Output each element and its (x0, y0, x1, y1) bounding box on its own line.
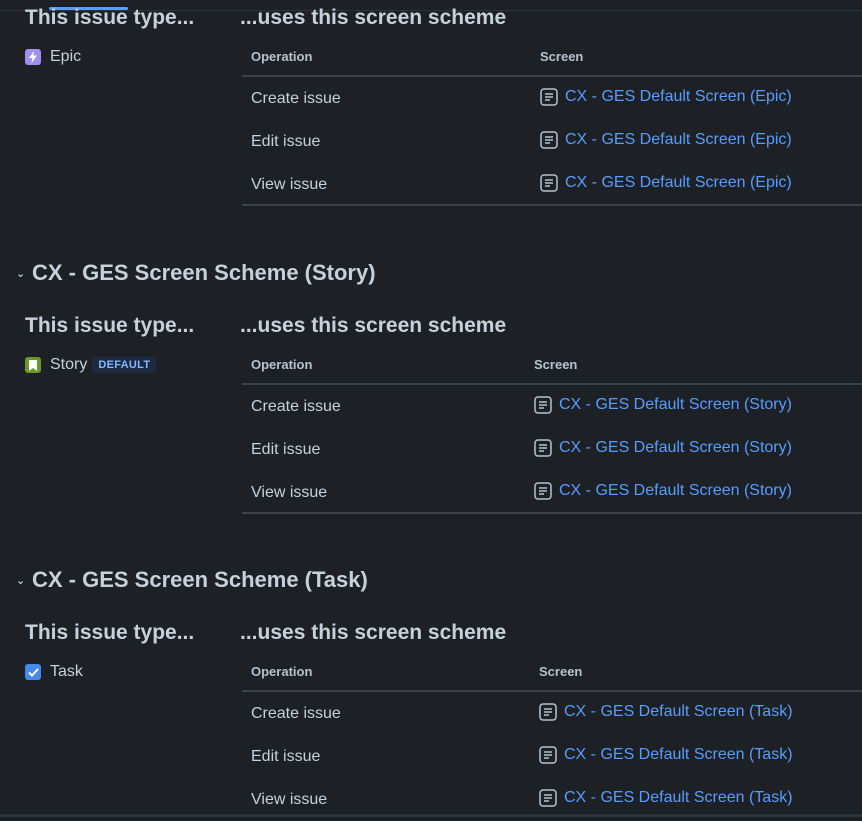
table-row: Edit issue CX - GES Default Screen (Task… (242, 735, 862, 778)
screen-link[interactable]: CX - GES Default Screen (Story) (534, 396, 792, 414)
scheme-title[interactable]: ⌄ CX - GES Screen Scheme (Story) (16, 260, 376, 286)
operation-cell: View issue (251, 791, 328, 808)
screen-link-text[interactable]: CX - GES Default Screen (Epic) (565, 131, 792, 149)
operations-table: Operation Screen Create issue CX - GES D… (242, 40, 862, 206)
operations-table: Operation Screen Create issue CX - GES D… (242, 348, 862, 514)
scheme-title-text: CX - GES Screen Scheme (Task) (32, 567, 368, 592)
screen-link[interactable]: CX - GES Default Screen (Epic) (540, 88, 792, 106)
issue-type-name: Epic (50, 48, 82, 65)
operation-cell: Edit issue (251, 748, 321, 765)
screen-column-header: Screen (534, 357, 578, 372)
screen-icon (540, 131, 558, 149)
screen-link-text[interactable]: CX - GES Default Screen (Task) (564, 703, 793, 721)
screen-link[interactable]: CX - GES Default Screen (Task) (539, 703, 793, 721)
issue-type-heading: This issue type... (25, 621, 195, 644)
operation-cell: Edit issue (251, 441, 321, 458)
operation-column-header: Operation (251, 49, 313, 64)
screen-link[interactable]: CX - GES Default Screen (Task) (539, 789, 793, 807)
table-row: View issue CX - GES Default Screen (Stor… (242, 471, 862, 514)
table-header: Operation Screen (242, 348, 862, 385)
screen-link[interactable]: CX - GES Default Screen (Task) (539, 746, 793, 764)
screen-link-text[interactable]: CX - GES Default Screen (Story) (559, 396, 792, 414)
issue-type-heading: This issue type... (25, 6, 195, 29)
screen-column-header: Screen (539, 664, 583, 679)
issue-type-heading: This issue type... (25, 314, 195, 337)
screen-column-header: Screen (540, 49, 584, 64)
operation-cell: View issue (251, 176, 328, 193)
table-row: Edit issue CX - GES Default Screen (Epic… (242, 120, 862, 163)
table-row: Edit issue CX - GES Default Screen (Stor… (242, 428, 862, 471)
table-row: Create issue CX - GES Default Screen (Ta… (242, 692, 862, 735)
operation-cell: Create issue (251, 705, 341, 722)
operation-cell: Create issue (251, 90, 341, 107)
issue-type-epic: Epic (25, 48, 81, 66)
screen-link-text[interactable]: CX - GES Default Screen (Story) (559, 482, 792, 500)
issue-type-story: Story DEFAULT (25, 356, 157, 374)
screen-link-text[interactable]: CX - GES Default Screen (Task) (564, 789, 793, 807)
screen-link[interactable]: CX - GES Default Screen (Story) (534, 439, 792, 457)
screen-scheme-heading: ...uses this screen scheme (240, 621, 507, 644)
table-header: Operation Screen (242, 40, 862, 77)
chevron-down-icon[interactable]: ⌄ (16, 267, 31, 280)
screen-scheme-heading: ...uses this screen scheme (240, 314, 507, 337)
operations-table: Operation Screen Create issue CX - GES D… (242, 655, 862, 821)
issue-type-name: Story (50, 356, 88, 373)
table-row: View issue CX - GES Default Screen (Epic… (242, 163, 862, 206)
screen-link-text[interactable]: CX - GES Default Screen (Task) (564, 746, 793, 764)
table-header: Operation Screen (242, 655, 862, 692)
operation-column-header: Operation (251, 664, 313, 679)
screen-scheme-heading: ...uses this screen scheme (240, 6, 507, 29)
story-icon (25, 357, 41, 373)
screen-link-text[interactable]: CX - GES Default Screen (Epic) (565, 174, 792, 192)
screen-icon (539, 789, 557, 807)
screen-link[interactable]: CX - GES Default Screen (Story) (534, 482, 792, 500)
table-bottom-border (242, 512, 862, 514)
operation-column-header: Operation (251, 357, 313, 372)
chevron-down-icon[interactable]: ⌄ (16, 574, 31, 587)
issue-type-name: Task (50, 663, 83, 680)
operation-cell: Edit issue (251, 133, 321, 150)
scheme-title-text: CX - GES Screen Scheme (Story) (32, 260, 376, 285)
table-row: Create issue CX - GES Default Screen (Ep… (242, 77, 862, 120)
screen-icon (534, 396, 552, 414)
task-icon (25, 664, 41, 680)
screen-icon (539, 746, 557, 764)
screen-icon (539, 703, 557, 721)
screen-link-text[interactable]: CX - GES Default Screen (Epic) (565, 88, 792, 106)
default-badge: DEFAULT (92, 357, 157, 373)
screen-icon (540, 88, 558, 106)
epic-icon (25, 49, 41, 65)
operation-cell: View issue (251, 484, 328, 501)
screen-link[interactable]: CX - GES Default Screen (Epic) (540, 174, 792, 192)
screen-icon (540, 174, 558, 192)
screen-link[interactable]: CX - GES Default Screen (Epic) (540, 131, 792, 149)
scheme-title[interactable]: ⌄ CX - GES Screen Scheme (Task) (16, 567, 368, 593)
screen-icon (534, 482, 552, 500)
table-bottom-border (242, 204, 862, 206)
screen-icon (534, 439, 552, 457)
table-row: Create issue CX - GES Default Screen (St… (242, 385, 862, 428)
issue-type-task: Task (25, 663, 83, 681)
screen-link-text[interactable]: CX - GES Default Screen (Story) (559, 439, 792, 457)
operation-cell: Create issue (251, 398, 341, 415)
